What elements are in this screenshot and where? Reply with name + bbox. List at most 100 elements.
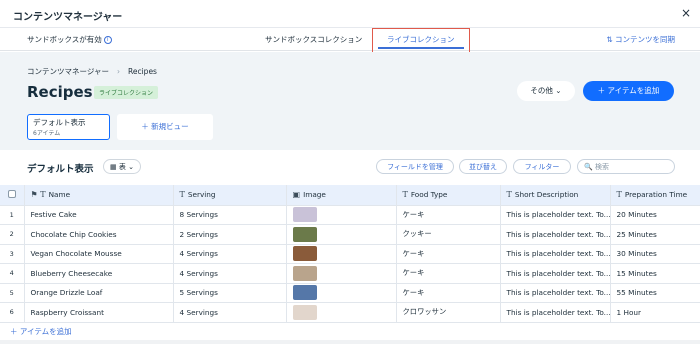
cell-name[interactable]: Vegan Chocolate Mousse <box>24 244 174 264</box>
cell-image[interactable] <box>286 263 397 284</box>
manage-fields-button[interactable]: フィールドを管理 <box>376 159 454 174</box>
cell-image[interactable] <box>286 302 397 323</box>
table-row[interactable]: 6 Raspberry Croissant 4 Servings クロワッサン This… <box>0 302 700 323</box>
cell-short-description[interactable]: This is placeholder text. To... <box>500 205 611 225</box>
cell-name[interactable]: Orange Drizzle Loaf <box>24 283 174 303</box>
column-header-preparation-time[interactable]: T Preparation Time <box>610 185 700 206</box>
cell-short-description[interactable]: This is placeholder text. To... <box>500 263 611 284</box>
filter-button[interactable]: フィルター <box>513 159 571 174</box>
cell-name[interactable]: Festive Cake <box>24 205 174 225</box>
view-title: デフォルト表示 <box>27 164 94 175</box>
recipe-thumbnail <box>292 265 317 281</box>
cell-preparation-time[interactable]: 25 Minutes <box>610 224 700 245</box>
add-item-button[interactable]: ＋ アイテムを追加 <box>583 81 674 101</box>
row-number: 5 <box>0 283 25 303</box>
column-header-image[interactable]: ▣ Image <box>286 185 397 206</box>
text-field-icon: T <box>402 190 408 200</box>
table-row[interactable]: 4 Blueberry Cheesecake 4 Servings ケーキ This i… <box>0 263 700 284</box>
row-number: 6 <box>0 302 25 323</box>
search-input[interactable]: 🔍 検索 <box>577 159 675 174</box>
more-actions-button[interactable]: その他 ⌄ <box>517 81 575 101</box>
table-row[interactable]: 1 Festive Cake 8 Servings ケーキ This is placeh… <box>0 205 700 225</box>
row-number: 1 <box>0 205 25 225</box>
table-row[interactable]: 2 Chocolate Chip Cookies 2 Servings クッキー Thi… <box>0 224 700 245</box>
recipe-thumbnail <box>292 246 317 262</box>
close-icon[interactable]: × <box>681 6 691 20</box>
cell-name[interactable]: Blueberry Cheesecake <box>24 263 174 284</box>
cell-preparation-time[interactable]: 55 Minutes <box>610 283 700 303</box>
tab-live-label: ライブコレクション <box>387 35 455 44</box>
cell-food-type[interactable]: ケーキ <box>396 263 501 284</box>
select-all-checkbox[interactable] <box>0 185 25 206</box>
table-row[interactable]: 5 Orange Drizzle Loaf 5 Servings ケーキ This is… <box>0 283 700 303</box>
recipe-thumbnail <box>292 207 317 223</box>
text-field-icon: T <box>179 190 185 200</box>
breadcrumb: コンテンツマネージャー › Recipes <box>27 66 157 77</box>
cell-image[interactable] <box>286 205 397 225</box>
row-number: 4 <box>0 263 25 284</box>
table-row[interactable]: 3 Vegan Chocolate Mousse 4 Servings ケーキ This… <box>0 244 700 264</box>
sync-content-button[interactable]: ⇅ コンテンツを同期 <box>606 34 675 45</box>
recipe-thumbnail <box>292 226 317 242</box>
cell-serving[interactable]: 5 Servings <box>173 283 287 303</box>
text-field-icon: ⚑ T <box>30 190 46 200</box>
add-row-button[interactable]: ＋ アイテムを追加 <box>10 326 72 337</box>
cell-serving[interactable]: 4 Servings <box>173 302 287 323</box>
cell-short-description[interactable]: This is placeholder text. To... <box>500 283 611 303</box>
view-name: デフォルト表示 <box>33 118 86 127</box>
collection-switcher: サンドボックスが有効 i サンドボックスコレクション ライブコレクション ⇅ コン… <box>0 28 700 54</box>
cell-preparation-time[interactable]: 1 Hour <box>610 302 700 323</box>
cell-short-description[interactable]: This is placeholder text. To... <box>500 244 611 264</box>
tab-sandbox-collection[interactable]: サンドボックスコレクション <box>265 34 362 45</box>
cell-name[interactable]: Raspberry Croissant <box>24 302 174 323</box>
cell-image[interactable] <box>286 283 397 303</box>
sort-button[interactable]: 並び替え <box>459 159 507 174</box>
cell-image[interactable] <box>286 224 397 245</box>
active-tab-indicator <box>378 47 464 49</box>
view-item-count: 6アイテム <box>33 130 61 137</box>
page-title: Recipes <box>27 83 93 101</box>
cell-serving[interactable]: 4 Servings <box>173 244 287 264</box>
cell-food-type[interactable]: ケーキ <box>396 205 501 225</box>
sandbox-status: サンドボックスが有効 i <box>27 34 112 45</box>
column-header-food-type[interactable]: T Food Type <box>396 185 501 206</box>
cell-serving[interactable]: 4 Servings <box>173 263 287 284</box>
layout-dropdown[interactable]: ▦ 表 ⌄ <box>103 159 141 174</box>
breadcrumb-root[interactable]: コンテンツマネージャー <box>27 67 109 76</box>
recipe-thumbnail <box>292 285 317 301</box>
cell-food-type[interactable]: ケーキ <box>396 244 501 264</box>
text-field-icon: T <box>506 190 512 200</box>
info-icon[interactable]: i <box>103 36 112 44</box>
cell-preparation-time[interactable]: 20 Minutes <box>610 205 700 225</box>
items-table: ⚑ T Name T Serving ▣ Image T Food Type T Shor… <box>0 185 700 323</box>
cell-image[interactable] <box>286 244 397 264</box>
cell-food-type[interactable]: ケーキ <box>396 283 501 303</box>
table-header-row: ⚑ T Name T Serving ▣ Image T Food Type T Shor… <box>0 185 700 206</box>
status-badge: ライブコレクション <box>94 86 159 99</box>
horizontal-scrollbar[interactable] <box>0 340 700 344</box>
cell-serving[interactable]: 8 Servings <box>173 205 287 225</box>
new-view-button[interactable]: ＋ 新規ビュー <box>117 114 213 140</box>
cell-preparation-time[interactable]: 15 Minutes <box>610 263 700 284</box>
sandbox-label: サンドボックスが有効 <box>27 35 102 44</box>
table-toolbar: デフォルト表示 ▦ 表 ⌄ フィールドを管理 並び替え フィルター 🔍 検索 <box>0 150 700 184</box>
cell-short-description[interactable]: This is placeholder text. To... <box>500 302 611 323</box>
tab-live-collection[interactable]: ライブコレクション <box>372 28 470 54</box>
column-header-serving[interactable]: T Serving <box>173 185 287 206</box>
cell-food-type[interactable]: クロワッサン <box>396 302 501 323</box>
text-field-icon: T <box>616 190 622 200</box>
cell-serving[interactable]: 2 Servings <box>173 224 287 245</box>
image-field-icon: ▣ <box>292 190 301 200</box>
cell-preparation-time[interactable]: 30 Minutes <box>610 244 700 264</box>
row-number: 3 <box>0 244 25 264</box>
cell-name[interactable]: Chocolate Chip Cookies <box>24 224 174 245</box>
window-title: コンテンツマネージャー <box>13 12 123 23</box>
cell-food-type[interactable]: クッキー <box>396 224 501 245</box>
column-header-name[interactable]: ⚑ T Name <box>24 185 174 206</box>
view-card-default[interactable]: デフォルト表示 6アイテム <box>27 114 110 140</box>
column-header-short-description[interactable]: T Short Description <box>500 185 611 206</box>
cell-short-description[interactable]: This is placeholder text. To... <box>500 224 611 245</box>
page-header: コンテンツマネージャー › Recipes Recipes ライブコレクション その… <box>0 52 700 150</box>
window-titlebar: コンテンツマネージャー × <box>0 0 700 28</box>
recipe-thumbnail <box>292 304 317 320</box>
